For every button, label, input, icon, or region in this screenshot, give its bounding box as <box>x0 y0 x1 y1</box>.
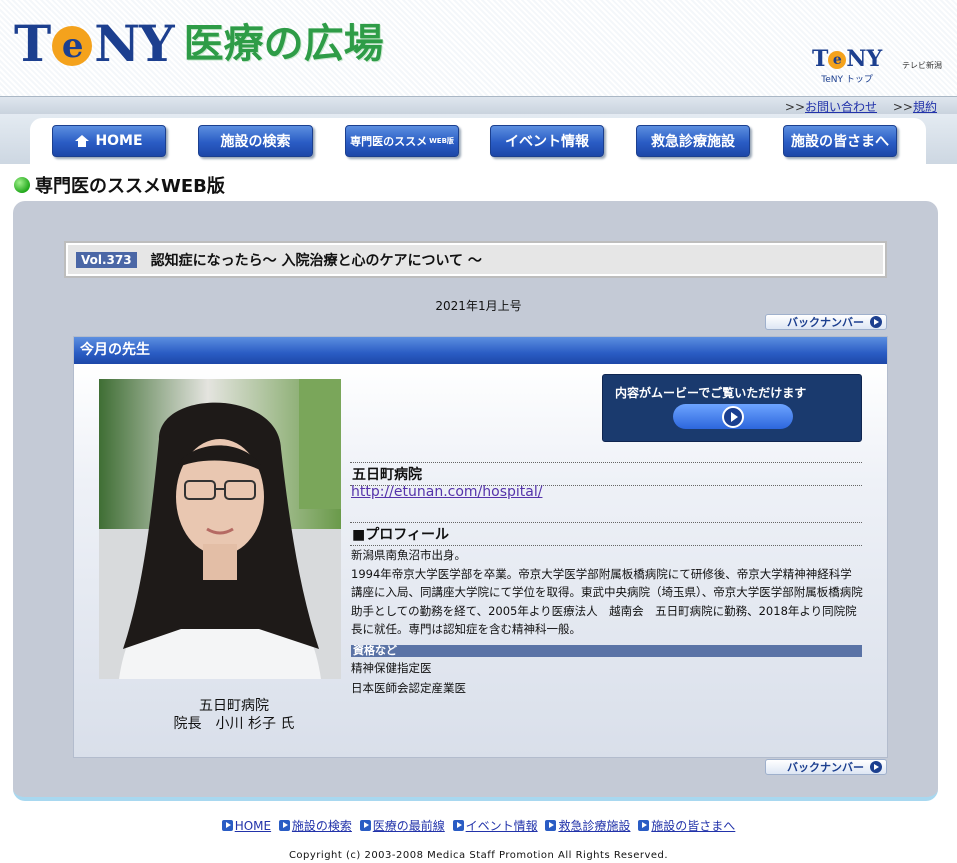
backnumber-label: バックナンバー <box>787 316 864 329</box>
footer-item-emergency[interactable]: 救急診療施設 <box>545 817 630 834</box>
backnumber-label: バックナンバー <box>787 761 864 774</box>
footer-item-home[interactable]: HOME <box>221 819 271 833</box>
vol-badge: Vol.373 <box>76 251 137 268</box>
nav-specialist-sub: WEB版 <box>429 137 454 145</box>
movie-banner[interactable]: 内容がムービーでご覧いただけます <box>602 374 862 442</box>
nav-home-button[interactable]: HOME <box>52 125 166 157</box>
footer-item-search[interactable]: 施設の検索 <box>278 817 352 834</box>
contact-prefix: >> <box>784 100 806 114</box>
logo-subtitle: 医療の広場 <box>183 21 384 67</box>
arrow-box-icon <box>221 820 233 831</box>
arrow-box-icon <box>278 820 290 831</box>
footer-link-frontline[interactable]: 医療の最前線 <box>373 817 445 834</box>
tony-logo[interactable]: Te NY 医療の広場 <box>14 14 384 74</box>
nav-search-label: 施設の検索 <box>220 134 291 150</box>
home-icon <box>75 135 90 147</box>
hospital-name: 五日町病院 <box>350 462 862 486</box>
contact-link[interactable]: お問い合わせ <box>805 100 877 114</box>
hospital-url-link[interactable]: http://etunan.com/hospital/ <box>351 484 542 500</box>
arrow-box-icon <box>452 820 464 831</box>
teny-top-link[interactable]: TeNY トップ <box>812 72 882 85</box>
teny-top-logo[interactable]: Te NY テレビ新潟 TeNY トップ <box>812 46 942 85</box>
terms-prefix: >> <box>892 100 913 114</box>
site-header: Te NY 医療の広場 Te NY テレビ新潟 TeNY トップ <box>0 0 957 96</box>
movie-play-button[interactable] <box>673 404 793 429</box>
qualifications-list: 精神保健指定医 日本医師会認定産業医 <box>351 658 466 698</box>
nav-emergency-label: 救急診療施設 <box>651 134 735 150</box>
footer-item-frontline[interactable]: 医療の最前線 <box>359 817 445 834</box>
footer-nav: HOME 施設の検索 医療の最前線 イベント情報 救急診療施設 施設の皆さまへ <box>0 817 957 834</box>
nav-facilities-button[interactable]: 施設の皆さまへ <box>783 125 897 157</box>
doctor-name-caption: 院長 小川 杉子 氏 <box>173 716 295 732</box>
play-icon <box>722 405 744 428</box>
profile-heading: ■プロフィール <box>350 522 862 546</box>
nav-events-button[interactable]: イベント情報 <box>490 125 604 157</box>
nav-inner: HOME 施設の検索 専門医のススメ WEB版 イベント情報 救急診療施設 施設の… <box>30 118 926 164</box>
doctor-portrait-illustration <box>99 379 341 679</box>
qualification-item: 日本医師会認定産業医 <box>351 681 466 695</box>
article-title-box: Vol.373 認知症になったら～ 入院治療と心のケアについて ～ <box>64 241 887 278</box>
logo-text: Te NY <box>14 14 175 73</box>
nav-events-label: イベント情報 <box>505 134 589 150</box>
doctor-box-header: 今月の先生 <box>74 337 887 364</box>
nav-facilities-label: 施設の皆さまへ <box>791 134 889 150</box>
footer-link-home[interactable]: HOME <box>235 819 271 833</box>
footer-link-events[interactable]: イベント情報 <box>466 817 538 834</box>
arrow-box-icon <box>359 820 371 831</box>
doctor-caption: 五日町病院 院長 小川 杉子 氏 <box>99 697 369 733</box>
main-nav: HOME 施設の検索 専門医のススメ WEB版 イベント情報 救急診療施設 施設の… <box>0 114 957 164</box>
qualifications-label: 資格など <box>351 645 862 657</box>
footer-link-search[interactable]: 施設の検索 <box>292 817 352 834</box>
green-bullet-icon <box>14 177 30 193</box>
backnumber-button-bottom[interactable]: バックナンバー <box>765 759 887 775</box>
issue-date: 2021年1月上号 <box>435 299 522 313</box>
movie-text: 内容がムービーでご覧いただけます <box>615 386 807 400</box>
arrow-box-icon <box>545 820 557 831</box>
nav-search-button[interactable]: 施設の検索 <box>198 125 313 157</box>
top-links: >>お問い合わせ >>規約 <box>785 98 937 115</box>
nav-specialist-button[interactable]: 専門医のススメ WEB版 <box>345 125 459 157</box>
page-title-text: 専門医のススメWEB版 <box>35 176 225 197</box>
page-title: 専門医のススメWEB版 <box>14 172 225 198</box>
doctor-hospital-caption: 五日町病院 <box>199 698 269 714</box>
nav-specialist-label: 専門医のススメ <box>350 135 428 148</box>
terms-link[interactable]: 規約 <box>913 100 937 114</box>
backnumber-button-top[interactable]: バックナンバー <box>765 314 887 330</box>
arrow-box-icon <box>638 820 650 831</box>
arrow-right-icon <box>870 316 882 328</box>
footer-link-facilities[interactable]: 施設の皆さまへ <box>651 817 735 834</box>
profile-text: 新潟県南魚沼市出身。 1994年帝京大学医学部を卒業。帝京大学医学部附属板橋病院… <box>351 548 863 636</box>
qualification-item: 精神保健指定医 <box>351 661 432 675</box>
teny-small-logo-text: Te NY <box>812 46 883 72</box>
footer-item-facilities[interactable]: 施設の皆さまへ <box>638 817 735 834</box>
nav-emergency-button[interactable]: 救急診療施設 <box>636 125 750 157</box>
nav-home-label: HOME <box>95 133 143 149</box>
footer-link-emergency[interactable]: 救急診療施設 <box>558 817 630 834</box>
copyright: Copyright (c) 2003-2008 Medica Staff Pro… <box>288 850 669 861</box>
teny-caption: テレビ新潟 <box>902 61 942 70</box>
footer-item-events[interactable]: イベント情報 <box>452 817 538 834</box>
article-title: 認知症になったら～ 入院治療と心のケアについて ～ <box>150 252 482 269</box>
arrow-right-icon <box>870 761 882 773</box>
doctor-photo <box>99 379 341 679</box>
